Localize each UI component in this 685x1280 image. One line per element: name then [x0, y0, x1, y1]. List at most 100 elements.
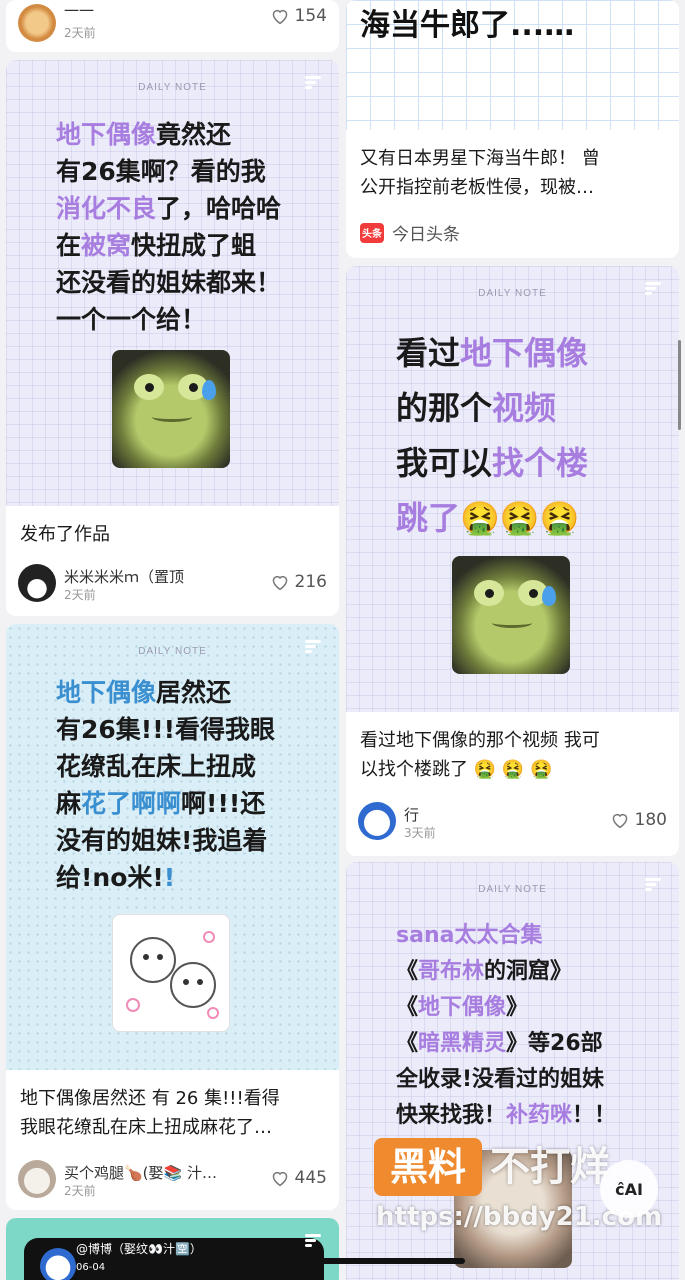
menu-icon [645, 282, 661, 296]
note-line-segment: 找个楼 [492, 444, 589, 482]
note-line: 麻花了啊啊啊!!!还 [56, 785, 309, 822]
note-line-segment: 一个一个给！ [56, 305, 207, 334]
feed-card[interactable]: 海当牛郎了...… 又有日本男星下海当牛郎！ 曾 公开指控前老板性侵，现被… 头… [346, 0, 679, 258]
ai-assistant-button[interactable]: ĉAI [600, 1160, 658, 1218]
feed-card[interactable]: DAILY NOTE 地下偶像竟然还 有26集啊？看的我 消化不良了，哈哈哈 在被窝快… [6, 60, 339, 616]
note-tag: DAILY NOTE [478, 884, 547, 895]
note-line-segment: 有26集啊？看的我 [56, 157, 266, 186]
heart-icon [272, 575, 287, 591]
news-image-title: 海当牛郎了...… [360, 8, 575, 43]
note-line-segment: 还没看的姐妹都来！ [56, 268, 282, 297]
avatar[interactable] [18, 4, 56, 42]
author-name[interactable]: 米米米米ｍ（置顶 [64, 566, 184, 587]
note-line-segment: ！！ [572, 1103, 617, 1128]
card-meta: 行 3天前 180 [358, 802, 667, 842]
note-line-segment: 地下偶像 [418, 995, 507, 1020]
avatar[interactable] [18, 564, 56, 602]
scrollbar[interactable] [678, 340, 681, 430]
note-line: 还没看的姐妹都来！ [56, 264, 309, 301]
note-line-segment: 竟然还 [156, 120, 232, 149]
note-line-segment: 跳了 [396, 499, 461, 537]
note-line-segment: 地下偶像 [460, 334, 589, 372]
caption-line: 看过地下偶像的那个视频 我可 [360, 730, 600, 751]
author-name[interactable]: 行 [404, 804, 419, 825]
note-line: 花缭乱在床上扭成 [56, 748, 309, 785]
caption-line: 又有日本男星下海当牛郎！ 曾 [360, 148, 600, 169]
note-line-segment: 有26集!!!看得我眼 [56, 715, 275, 744]
note-tag: DAILY NOTE [138, 82, 207, 93]
like-count: 180 [634, 810, 667, 830]
author-name[interactable]: 一一 [64, 0, 94, 21]
note-line-segment: 没有的姐妹!我追着 [56, 826, 268, 855]
note-line: 一个一个给！ [56, 301, 309, 338]
note-image: DAILY NOTE 地下偶像居然还有26集!!!看得我眼花缭乱在床上扭成 麻花了… [6, 624, 339, 1070]
note-line-segment: 》等26部 [506, 1031, 603, 1056]
frog-sticker [112, 350, 230, 468]
note-line-segment: 视频 [492, 389, 557, 427]
menu-icon [305, 640, 321, 654]
post-caption: 又有日本男星下海当牛郎！ 曾 公开指控前老板性侵，现被… [360, 144, 665, 202]
note-line-segment: 在 [56, 231, 82, 260]
like-button[interactable]: 154 [270, 6, 327, 26]
note-line-segment: 哥布林 [418, 959, 485, 984]
like-button[interactable]: 216 [270, 572, 327, 592]
author-name[interactable]: @博博（娶纹👀汁🈳） [76, 1240, 202, 1257]
post-time: 2天前 [64, 26, 96, 40]
note-line: 没有的姐妹!我追着 [56, 822, 309, 859]
note-line-segment: 了，哈哈哈 [156, 194, 282, 223]
post-time: 2天前 [64, 588, 96, 602]
post-caption: 看过地下偶像的那个视频 我可 以找个楼跳了 🤮 🤮 🤮 [360, 726, 665, 784]
avatar[interactable] [40, 1248, 76, 1280]
like-button[interactable]: 180 [610, 810, 667, 830]
post-caption: 发布了作品 [20, 524, 110, 545]
note-line-segment: 》 [506, 995, 529, 1020]
heart-icon [272, 9, 287, 25]
note-line: 全收录!没看过的姐妹 [396, 1062, 669, 1098]
caption-line: 我眼花缭乱在床上扭成麻花了… [20, 1117, 272, 1138]
note-line-segment: 《 [396, 1031, 419, 1056]
note-tag: DAILY NOTE [478, 288, 547, 299]
like-count: 216 [294, 572, 327, 592]
note-line-segment: 的那个 [396, 389, 493, 427]
sketch-sticker [112, 914, 230, 1032]
feed-card[interactable]: DAILY NOTE 地下偶像居然还有26集!!!看得我眼花缭乱在床上扭成 麻花了… [6, 624, 339, 1210]
note-line-segment: 暗黑精灵 [418, 1031, 507, 1056]
post-time: 3天前 [404, 826, 436, 840]
news-image: 海当牛郎了...… [346, 0, 679, 130]
card-meta: 米米米米ｍ（置顶 2天前 216 [18, 564, 327, 604]
note-line: 给!no米!! [56, 859, 309, 896]
avatar[interactable] [18, 1160, 56, 1198]
news-source[interactable]: 头条 今日头条 [360, 220, 460, 245]
note-line-segment: 快来找我！ [396, 1103, 507, 1128]
note-line-segment: 《 [396, 959, 419, 984]
note-line: 我可以找个楼 [396, 436, 649, 491]
menu-icon [645, 878, 661, 892]
menu-icon [305, 76, 321, 90]
note-line-segment: 快扭成了蛆 [131, 231, 257, 260]
note-line-segment: 补药咪 [506, 1103, 573, 1128]
avatar[interactable] [358, 802, 396, 840]
like-button[interactable]: 445 [270, 1168, 327, 1188]
card-meta: 买个鸡腿🍗(娶📚 汁… 2天前 445 [18, 1160, 327, 1200]
note-line-segment: sana太太合集 [396, 923, 543, 948]
card-meta: 一一 2天前 154 [18, 2, 327, 44]
note-line-segment: ! [163, 863, 176, 892]
feed-card[interactable]: 一一 2天前 154 [6, 0, 339, 52]
note-line: 跳了🤮🤮🤮 [396, 491, 649, 546]
note-line: 的那个视频 [396, 381, 649, 436]
watermark-logo: 黑料 [374, 1138, 482, 1196]
note-line: 《暗黑精灵》等26部 [396, 1026, 669, 1062]
note-tag: DAILY NOTE [138, 646, 207, 657]
note-line-segment: 居然还 [156, 678, 232, 707]
feed-card[interactable]: DAILY NOTE 看过地下偶像 的那个视频 我可以找个楼 跳了🤮🤮🤮 看过地下偶像… [346, 266, 679, 856]
author-name[interactable]: 买个鸡腿🍗(娶📚 汁… [64, 1162, 217, 1183]
like-count: 445 [294, 1168, 327, 1188]
note-line-segment: 地下偶像 [56, 678, 157, 707]
note-line-segment: 🤮🤮🤮 [460, 499, 580, 537]
feed-card[interactable]: @博博（娶纹👀汁🈳） 06-04 [6, 1218, 339, 1280]
note-line: 消化不良了，哈哈哈 [56, 190, 309, 227]
caption-line: 以找个楼跳了 🤮 🤮 🤮 [360, 759, 553, 780]
note-line-segment: 看过 [396, 334, 461, 372]
like-count: 154 [294, 6, 327, 26]
note-line-segment: 全收录!没看过的姐妹 [396, 1067, 605, 1092]
